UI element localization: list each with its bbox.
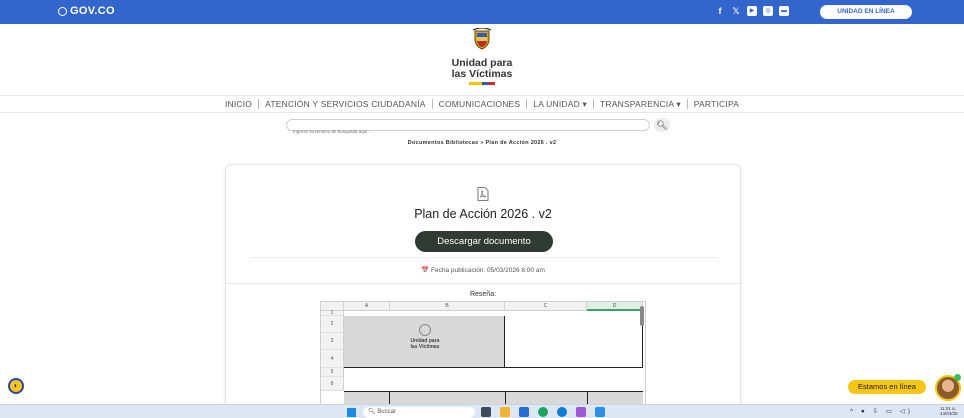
breadcrumb: Documentos Bibliotecas » Plan de Acción … [407, 140, 557, 146]
sheet-merged-cell [505, 316, 643, 368]
app-icon[interactable] [595, 407, 605, 417]
search-icon: 🔍︎ [656, 120, 668, 130]
search-input[interactable] [287, 126, 649, 137]
online-status-dot [954, 374, 961, 381]
govco-seal-icon [58, 6, 67, 16]
site-logo[interactable]: Unidad para las Víctimas [432, 27, 532, 85]
task-view-icon[interactable] [481, 407, 491, 417]
row-header-5: 5 [321, 368, 344, 377]
nav-item-la-unidad[interactable]: LA UNIDAD ▾ [527, 99, 593, 110]
logo-name-line2: las Víctimas [451, 68, 513, 80]
row-header-4: 4 [321, 350, 344, 368]
social-links: f 𝕏 ▶ ◎ ▬ [715, 6, 789, 16]
sheet-logo: Unidad para las Víctimas [400, 324, 450, 350]
message-icon[interactable]: ▬ [779, 6, 789, 16]
coat-of-arms-icon [419, 324, 431, 336]
column-header-d: D [587, 302, 643, 311]
file-explorer-icon[interactable] [500, 407, 510, 417]
clock-date: 14/03/20 [940, 411, 958, 416]
row-header-3: 3 [321, 333, 344, 350]
taskbar-search[interactable]: 🔍︎ Buscar [363, 407, 475, 418]
nav-item-comunicaciones[interactable]: COMUNICACIONES [433, 99, 527, 109]
nav-item-transparencia[interactable]: TRANSPARENCIA ▾ [594, 99, 687, 110]
search-icon: 🔍︎ [368, 409, 378, 415]
store-icon[interactable] [519, 407, 529, 417]
govco-brand-text: GOV.CO [70, 5, 115, 17]
row-header-2: 2 [321, 316, 344, 333]
search-button[interactable]: 🔍︎ [654, 118, 670, 132]
teams-icon[interactable] [576, 407, 586, 417]
review-label: Reseña: [469, 291, 497, 298]
main-nav: INICIO ATENCIÓN Y SERVICIOS CIUDADANÍA C… [0, 95, 964, 113]
column-header-a: A [344, 302, 390, 311]
accessibility-button[interactable]: ◐ [8, 378, 24, 394]
os-taskbar: 🔍︎ Buscar ^ ● ⇩ ▭ ◁) 11:01 a. 14/03/20 [0, 404, 964, 418]
sheet-cell [587, 391, 643, 404]
sheet-cell [344, 391, 390, 404]
divider [226, 283, 740, 284]
download-document-button[interactable]: Descargar documento [415, 231, 553, 252]
chrome-icon[interactable] [538, 407, 548, 417]
document-card: Plan de Acción 2026 . v2 Descargar docum… [225, 164, 741, 418]
windows-start-icon[interactable] [347, 408, 356, 417]
sheet-cell [505, 391, 587, 404]
govco-logo[interactable]: GOV.CO [58, 5, 115, 17]
column-header-c: C [505, 302, 587, 311]
taskbar-apps [481, 407, 605, 417]
x-twitter-icon[interactable]: 𝕏 [731, 6, 741, 16]
nav-item-participa[interactable]: PARTICIPA [688, 99, 745, 109]
sheet-cell [390, 391, 505, 404]
taskbar-search-label: Buscar [377, 409, 396, 415]
spreadsheet-preview[interactable]: A B C D 1 2 3 4 5 6 Unidad para las Víct… [320, 301, 646, 405]
unidad-en-linea-button[interactable]: UNIDAD EN LÍNEA [820, 5, 912, 19]
system-tray[interactable]: ^ ● ⇩ ▭ ◁) [850, 407, 913, 415]
facebook-icon[interactable]: f [715, 6, 725, 16]
accessibility-icon: ◐ [13, 381, 19, 390]
divider [250, 257, 718, 258]
youtube-icon[interactable]: ▶ [747, 6, 757, 16]
column-header-b: B [390, 302, 505, 311]
edge-icon[interactable] [557, 407, 567, 417]
sheet-scrollbar[interactable] [640, 306, 644, 326]
instagram-icon[interactable]: ◎ [763, 6, 773, 16]
document-title: Plan de Acción 2026 . v2 [414, 207, 552, 221]
nav-item-inicio[interactable]: INICIO [219, 99, 258, 109]
sheet-logo-cell: Unidad para las Víctimas [344, 316, 505, 368]
sheet-logo-line2: las Víctimas [410, 344, 440, 350]
taskbar-clock[interactable]: 11:01 a. 14/03/20 [940, 406, 958, 416]
search-box [286, 119, 650, 137]
nav-item-atencion[interactable]: ATENCIÓN Y SERVICIOS CIUDADANÍA [259, 99, 432, 109]
gov-top-bar: GOV.CO f 𝕏 ▶ ◎ ▬ UNIDAD EN LÍNEA [0, 0, 964, 24]
coat-of-arms-icon [472, 27, 492, 50]
pdf-file-icon [477, 187, 489, 201]
flag-stripe [469, 82, 495, 85]
chat-online-button[interactable]: Estamos en línea [848, 380, 926, 394]
publication-date: 📅 Fecha publicación: 05/03/2026 8:00 am [421, 267, 545, 274]
row-header-6: 6 [321, 377, 344, 391]
